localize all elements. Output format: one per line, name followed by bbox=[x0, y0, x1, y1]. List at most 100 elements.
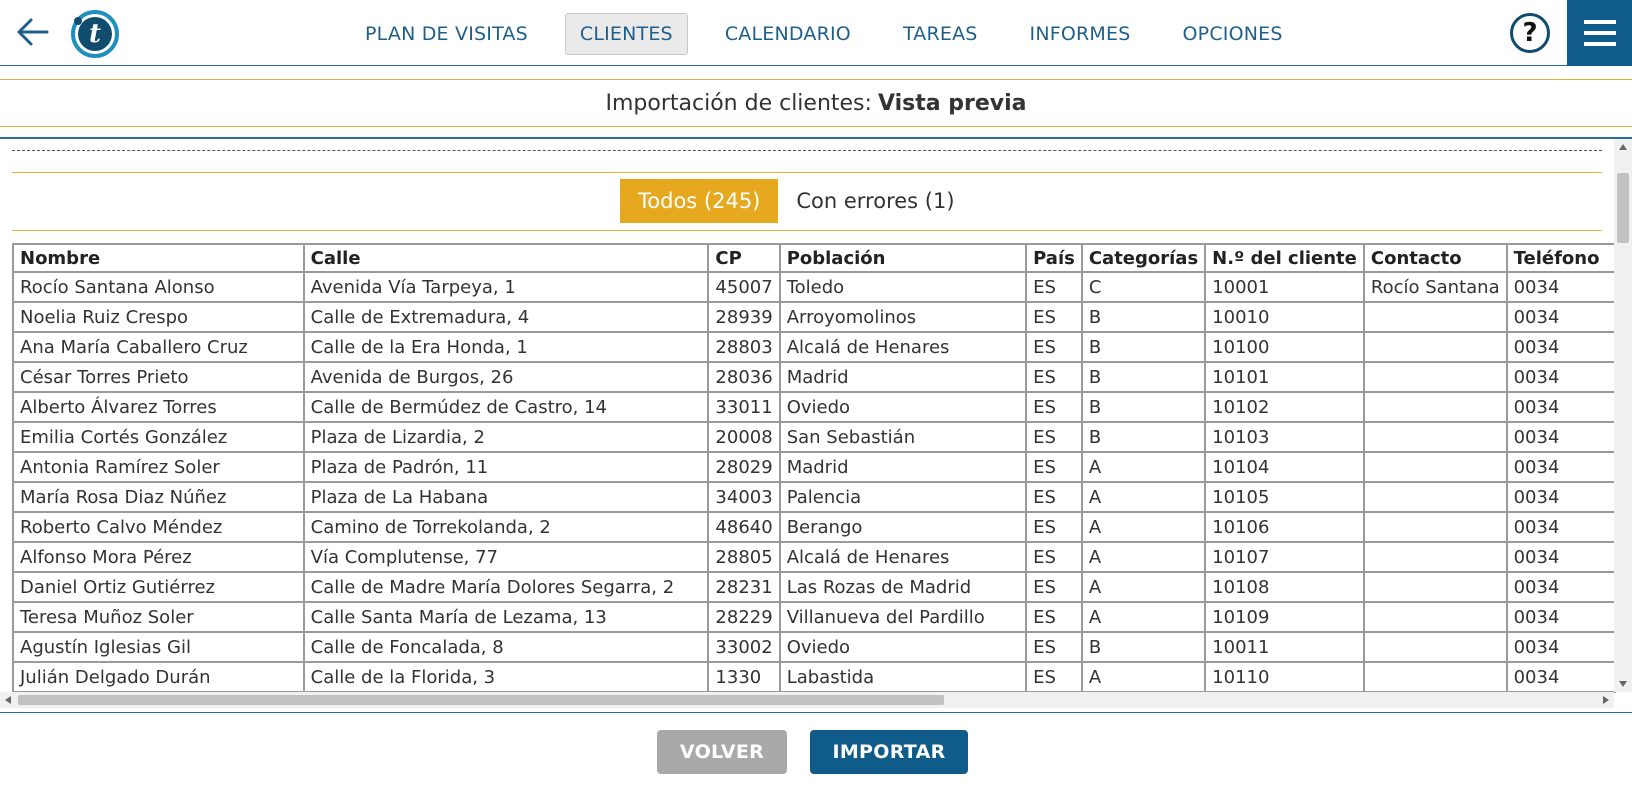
table-cell bbox=[1362, 512, 1508, 543]
table-cell: B bbox=[1080, 632, 1207, 663]
nav-opciones[interactable]: OPCIONES bbox=[1168, 13, 1298, 55]
column-header[interactable]: Categorías bbox=[1080, 243, 1207, 273]
column-header[interactable]: Población bbox=[778, 243, 1028, 273]
table-cell: 10100 bbox=[1204, 332, 1365, 363]
table-cell bbox=[1362, 392, 1508, 423]
table-cell: 0034 bbox=[1505, 302, 1616, 333]
table-cell: Calle de Bermúdez de Castro, 14 bbox=[302, 392, 710, 423]
nav-calendario[interactable]: CALENDARIO bbox=[710, 13, 866, 55]
column-header[interactable]: Teléfono bbox=[1505, 243, 1616, 273]
horizontal-scrollbar[interactable] bbox=[0, 692, 1614, 708]
scroll-down-icon[interactable] bbox=[1619, 681, 1627, 687]
table-cell bbox=[1362, 662, 1508, 693]
table-cell: A bbox=[1080, 662, 1207, 693]
table-cell: 10107 bbox=[1204, 542, 1365, 573]
back-arrow-button[interactable] bbox=[12, 12, 52, 52]
table-cell: 0034 bbox=[1505, 392, 1616, 423]
table-row[interactable]: Rocío Santana Alonso Avenida Vía Tarpeya,… bbox=[12, 272, 1616, 303]
table-cell: 0034 bbox=[1505, 602, 1616, 633]
tab-con-errores[interactable]: Con errores (1) bbox=[778, 179, 972, 223]
table-cell: 10103 bbox=[1204, 422, 1365, 453]
table-cell: Agustín Iglesias Gil bbox=[12, 632, 305, 663]
table-row[interactable]: Agustín Iglesias Gil Calle de Foncalada, … bbox=[12, 632, 1616, 663]
nav-plan-de-visitas[interactable]: PLAN DE VISITAS bbox=[348, 13, 543, 55]
table-row[interactable]: Teresa Muñoz Soler Calle Santa María de L… bbox=[12, 602, 1616, 633]
table-cell: 0034 bbox=[1505, 512, 1616, 543]
table-cell: A bbox=[1080, 602, 1207, 633]
table-cell: Rocío Santana bbox=[1362, 272, 1508, 303]
table-row[interactable]: Daniel Ortiz Gutiérrez Calle de Madre Mar… bbox=[12, 572, 1616, 603]
horizontal-scroll-thumb[interactable] bbox=[18, 695, 944, 705]
scroll-up-icon[interactable] bbox=[1619, 144, 1627, 150]
column-header[interactable]: País bbox=[1025, 243, 1083, 273]
nav-clientes[interactable]: CLIENTES bbox=[564, 13, 688, 55]
table-cell: Roberto Calvo Méndez bbox=[12, 512, 305, 543]
menu-icon-bar bbox=[1583, 20, 1616, 24]
scroll-right-icon[interactable] bbox=[1603, 696, 1609, 704]
table-row[interactable]: Ana María Caballero Cruz Calle de la Era … bbox=[12, 332, 1616, 363]
table-cell: 0034 bbox=[1505, 542, 1616, 573]
table-row[interactable]: María Rosa Diaz Núñez Plaza de La Habana 3… bbox=[12, 482, 1616, 513]
table-cell: ES bbox=[1025, 452, 1083, 483]
tab-todos[interactable]: Todos (245) bbox=[620, 179, 779, 223]
divider bbox=[0, 712, 1632, 713]
table-cell bbox=[1362, 572, 1508, 603]
table-row[interactable]: Alberto Álvarez Torres Calle de Bermúdez … bbox=[12, 392, 1616, 423]
nav-tareas[interactable]: TAREAS bbox=[888, 13, 993, 55]
table-cell: A bbox=[1080, 482, 1207, 513]
table-cell: 10109 bbox=[1204, 602, 1365, 633]
logo-icon: t bbox=[71, 10, 119, 58]
table-cell: ES bbox=[1025, 422, 1083, 453]
help-button[interactable]: ? bbox=[1510, 13, 1550, 53]
table-cell bbox=[1362, 632, 1508, 663]
table-cell: Daniel Ortiz Gutiérrez bbox=[12, 572, 305, 603]
table-row[interactable]: Roberto Calvo Méndez Camino de Torrekolan… bbox=[12, 512, 1616, 543]
table-cell: 33002 bbox=[707, 632, 781, 663]
app-logo[interactable]: t bbox=[70, 9, 120, 59]
table-cell: Antonia Ramírez Soler bbox=[12, 452, 305, 483]
scroll-left-icon[interactable] bbox=[5, 696, 11, 704]
table-cell: Plaza de La Habana bbox=[302, 482, 710, 513]
top-navigation-bar: t PLAN DE VISITAS CLIENTES CALENDARIO TAREA… bbox=[0, 0, 1632, 66]
volver-button[interactable]: VOLVER bbox=[657, 730, 787, 774]
table-cell: B bbox=[1080, 422, 1207, 453]
table-cell: Alcalá de Henares bbox=[778, 332, 1028, 363]
table-cell: 33011 bbox=[707, 392, 781, 423]
column-header[interactable]: Contacto bbox=[1362, 243, 1508, 273]
table-cell: Alcalá de Henares bbox=[778, 542, 1028, 573]
table-cell: B bbox=[1080, 332, 1207, 363]
table-cell: 48640 bbox=[707, 512, 781, 543]
table-cell: 10102 bbox=[1204, 392, 1365, 423]
table-cell: Las Rozas de Madrid bbox=[778, 572, 1028, 603]
table-cell: Villanueva del Pardillo bbox=[778, 602, 1028, 633]
table-cell: 28939 bbox=[707, 302, 781, 333]
vertical-scrollbar[interactable] bbox=[1614, 139, 1632, 692]
table-row[interactable]: César Torres Prieto Avenida de Burgos, 26… bbox=[12, 362, 1616, 393]
column-header[interactable]: CP bbox=[707, 243, 781, 273]
table-row[interactable]: Julián Delgado Durán Calle de la Florida,… bbox=[12, 662, 1616, 693]
table-cell: ES bbox=[1025, 662, 1083, 693]
table-row[interactable]: Antonia Ramírez Soler Plaza de Padrón, 11… bbox=[12, 452, 1616, 483]
column-header[interactable]: Nombre bbox=[12, 243, 305, 273]
table-cell: 28803 bbox=[707, 332, 781, 363]
table-cell: 10011 bbox=[1204, 632, 1365, 663]
table-cell: 34003 bbox=[707, 482, 781, 513]
column-header[interactable]: N.º del cliente bbox=[1204, 243, 1365, 273]
table-cell bbox=[1362, 332, 1508, 363]
column-header[interactable]: Calle bbox=[302, 243, 710, 273]
vertical-scroll-thumb[interactable] bbox=[1617, 173, 1629, 243]
table-row[interactable]: Emilia Cortés González Plaza de Lizardia,… bbox=[12, 422, 1616, 453]
table-cell: María Rosa Diaz Núñez bbox=[12, 482, 305, 513]
table-cell: Madrid bbox=[778, 362, 1028, 393]
table-cell: Plaza de Lizardia, 2 bbox=[302, 422, 710, 453]
table-cell: 28029 bbox=[707, 452, 781, 483]
table-cell: Calle de la Era Honda, 1 bbox=[302, 332, 710, 363]
clients-table-container: Nombre Calle CP Población País Categorías N.º … bbox=[12, 243, 1616, 693]
hamburger-menu-button[interactable] bbox=[1567, 0, 1632, 66]
table-cell: ES bbox=[1025, 332, 1083, 363]
table-row[interactable]: Noelia Ruiz Crespo Calle de Extremadura, … bbox=[12, 302, 1616, 333]
importar-button[interactable]: IMPORTAR bbox=[810, 730, 968, 774]
table-cell: Calle de Foncalada, 8 bbox=[302, 632, 710, 663]
nav-informes[interactable]: INFORMES bbox=[1015, 13, 1146, 55]
table-row[interactable]: Alfonso Mora Pérez Vía Complutense, 77 288… bbox=[12, 542, 1616, 573]
